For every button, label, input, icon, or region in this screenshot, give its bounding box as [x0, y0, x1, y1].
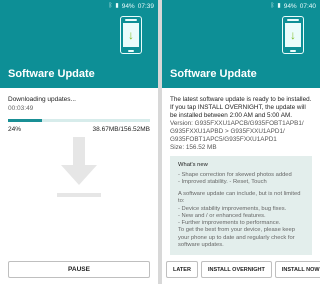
- download-content: Downloading updates... 00:03:49 24% 38.6…: [0, 88, 158, 142]
- pause-button[interactable]: PAUSE: [8, 261, 150, 278]
- download-icon: [57, 137, 101, 207]
- whats-new-list-item: - Further improvements to performance.: [178, 220, 281, 227]
- page-title: Software Update: [8, 68, 95, 80]
- status-bar: ᛒ ▮ 94% 07:39: [0, 0, 158, 12]
- download-screen: ᛒ ▮ 94% 07:39 ↓ Software Update Download…: [0, 0, 158, 284]
- install-now-button[interactable]: INSTALL NOW: [274, 261, 320, 278]
- header: ᛒ ▮ 94% 07:39 ↓ Software Update: [0, 0, 158, 88]
- install-screen: ᛒ ▮ 94% 07:40 ↓ Software Update The late…: [162, 0, 320, 284]
- install-message: The latest software update is ready to b…: [162, 88, 320, 156]
- progress-percent: 24%: [8, 125, 22, 133]
- whats-new-list-item: - Device stability improvements, bug fix…: [178, 205, 287, 212]
- battery-level: 94%: [121, 2, 135, 10]
- progress-bar: [8, 118, 150, 122]
- battery-level: 94%: [283, 2, 297, 10]
- whats-new-heading: What's new: [178, 162, 208, 169]
- download-arrow-icon: ↓: [123, 23, 139, 47]
- header: ᛒ ▮ 94% 07:40 ↓ Software Update: [162, 0, 320, 88]
- phone-icon: ↓: [282, 16, 304, 54]
- download-arrow-icon: ↓: [285, 23, 301, 47]
- later-button[interactable]: LATER: [166, 261, 198, 278]
- size-info: Size: 156.52 MB: [170, 143, 217, 151]
- page-title: Software Update: [170, 68, 257, 80]
- whats-new-description: A software update can include, but is no…: [178, 191, 301, 205]
- clock: 07:40: [299, 2, 316, 10]
- progress-fill: [8, 118, 43, 122]
- whats-new-item: - Improved stability. - Reset, Touch: [178, 178, 267, 185]
- bluetooth-icon: ᛒ: [108, 3, 113, 9]
- whats-new-footer: To get the best from your device, please…: [178, 227, 295, 248]
- progress-text-row: 24% 38.67MB/156.52MB: [8, 126, 150, 135]
- bluetooth-icon: ᛒ: [270, 3, 275, 9]
- whats-new-list-item: - New and / or enhanced features.: [178, 212, 266, 219]
- download-label: Downloading updates...: [8, 96, 76, 103]
- clock: 07:39: [137, 2, 154, 10]
- whats-new-panel: What's new - Shape correction for skewed…: [170, 156, 312, 256]
- action-buttons: LATER INSTALL OVERNIGHT INSTALL NOW: [166, 261, 320, 278]
- signal-icon: ▮: [115, 3, 119, 9]
- status-bar: ᛒ ▮ 94% 07:40: [162, 0, 320, 12]
- progress-area: 24% 38.67MB/156.52MB: [8, 118, 150, 135]
- install-overnight-button[interactable]: INSTALL OVERNIGHT: [200, 261, 272, 278]
- screens: ᛒ ▮ 94% 07:39 ↓ Software Update Download…: [0, 0, 320, 284]
- elapsed-time: 00:03:49: [8, 104, 34, 112]
- phone-icon: ↓: [120, 16, 142, 54]
- download-amount: 38.67MB/156.52MB: [92, 125, 150, 133]
- version-info: Version: G935FXXU1APCB/G935FOBT1APB1/ G9…: [170, 119, 304, 143]
- signal-icon: ▮: [277, 3, 281, 9]
- whats-new-item: - Shape correction for skewed photos add…: [178, 171, 292, 178]
- install-description: The latest software update is ready to b…: [170, 96, 312, 119]
